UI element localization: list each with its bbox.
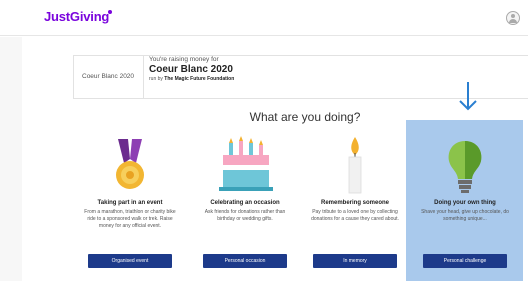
in-memory-button[interactable]: In memory bbox=[313, 254, 397, 268]
option-occasion: Celebrating an occasion Ask friends for … bbox=[193, 135, 297, 275]
organised-event-button[interactable]: Organised event bbox=[88, 254, 172, 268]
option-event: Taking part in an event From a marathon,… bbox=[78, 135, 182, 275]
justgiving-logo[interactable]: JustGiving bbox=[44, 9, 109, 24]
raising-label: You're raising money for bbox=[149, 56, 219, 63]
personal-occasion-button[interactable]: Personal occasion bbox=[203, 254, 287, 268]
trademark-mark: ™ bbox=[108, 10, 112, 14]
personal-challenge-button[interactable]: Personal challenge bbox=[423, 254, 507, 268]
option-memory: Remembering someone Pay tribute to a lov… bbox=[303, 135, 407, 275]
option-description: Shave your head, give up chocolate, do s… bbox=[421, 209, 509, 222]
option-title: Remembering someone bbox=[320, 200, 390, 206]
option-description: Ask friends for donations rather than bi… bbox=[204, 209, 286, 222]
option-description: From a marathon, triathlon or charity bi… bbox=[84, 209, 176, 229]
organisation-name: The Magic Future Foundation bbox=[164, 76, 235, 82]
page: JustGiving ™ Coeur Blanc 2020 You're rai… bbox=[0, 0, 528, 281]
lightbulb-icon bbox=[448, 141, 482, 193]
run-by-line: run by The Magic Future Foundation bbox=[149, 76, 234, 82]
option-title: Taking part in an event bbox=[97, 200, 163, 206]
cause-name: Coeur Blanc 2020 bbox=[149, 64, 233, 75]
option-description: Pay tribute to a loved one by collecting… bbox=[311, 209, 399, 222]
top-bar: JustGiving ™ bbox=[0, 0, 528, 36]
option-title: Celebrating an occasion bbox=[210, 200, 280, 206]
cause-short-name: Coeur Blanc 2020 bbox=[82, 73, 135, 80]
user-avatar-icon[interactable] bbox=[506, 11, 520, 25]
cake-icon bbox=[219, 136, 273, 191]
medal-icon bbox=[116, 139, 144, 189]
divider bbox=[143, 56, 144, 98]
page-question: What are you doing? bbox=[249, 110, 361, 124]
run-by-prefix: run by bbox=[149, 76, 163, 82]
candle-icon bbox=[348, 137, 362, 194]
option-title: Doing your own thing bbox=[434, 200, 496, 206]
arrow-down-icon bbox=[459, 82, 477, 111]
option-own-thing: Doing your own thing Shave your head, gi… bbox=[413, 135, 517, 275]
